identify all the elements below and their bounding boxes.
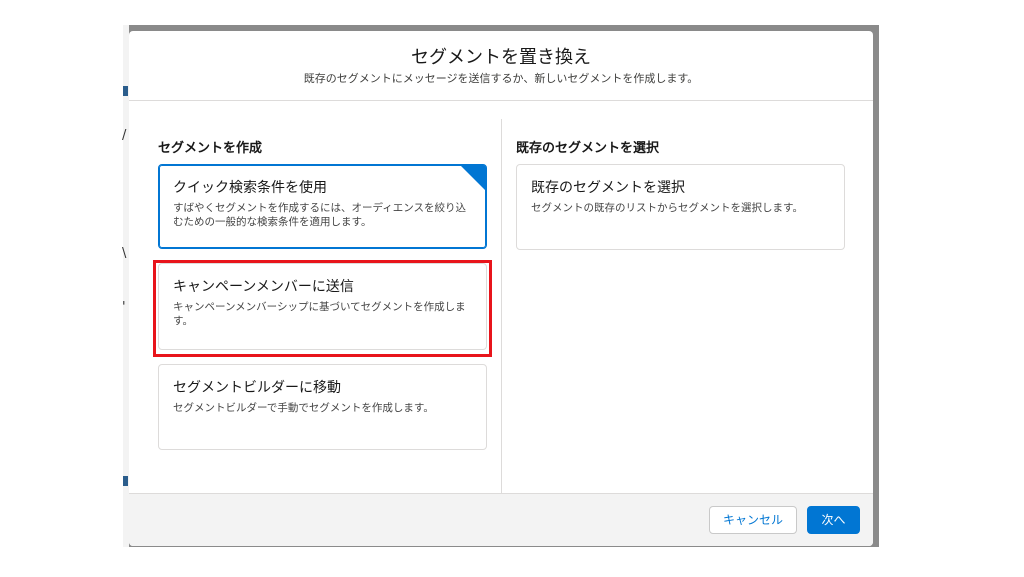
campaign-members-card[interactable]: キャンペーンメンバーに送信 キャンペーンメンバーシップに基づいてセグメントを作成… bbox=[158, 263, 487, 350]
background-glyph: / bbox=[122, 128, 127, 143]
segment-builder-card[interactable]: セグメントビルダーに移動 セグメントビルダーで手動でセグメントを作成します。 bbox=[158, 364, 487, 450]
modal-title: セグメントを置き換え bbox=[411, 47, 591, 68]
modal-header: セグメントを置き換え 既存のセグメントにメッセージを送信するか、新しいセグメント… bbox=[129, 31, 873, 101]
next-button[interactable]: 次へ bbox=[807, 506, 860, 534]
card-title: セグメントビルダーに移動 bbox=[173, 380, 341, 396]
existing-segment-card[interactable]: 既存のセグメントを選択 セグメントの既存のリストからセグメントを選択します。 bbox=[516, 164, 845, 250]
card-description: すばやくセグメントを作成するには、オーディエンスを絞り込むための一般的な検索条件… bbox=[173, 202, 467, 228]
card-title: キャンペーンメンバーに送信 bbox=[173, 279, 354, 295]
existing-segment-heading: 既存のセグメントを選択 bbox=[516, 141, 660, 156]
background-accent bbox=[123, 86, 128, 96]
background-glyph: \ bbox=[122, 246, 127, 261]
card-title: 既存のセグメントを選択 bbox=[531, 180, 685, 196]
create-segment-heading: セグメントを作成 bbox=[158, 141, 263, 156]
card-description: キャンペーンメンバーシップに基づいてセグメントを作成します。 bbox=[173, 301, 466, 327]
modal-footer: キャンセル 次へ bbox=[129, 493, 873, 546]
card-title: クイック検索条件を使用 bbox=[173, 180, 327, 196]
card-description: セグメントの既存のリストからセグメントを選択します。 bbox=[531, 202, 803, 214]
selected-corner-indicator bbox=[460, 165, 486, 191]
background-accent bbox=[123, 476, 128, 486]
column-divider bbox=[501, 119, 502, 507]
replace-segment-modal: セグメントを置き換え 既存のセグメントにメッセージを送信するか、新しいセグメント… bbox=[129, 31, 873, 546]
quick-filter-card[interactable]: クイック検索条件を使用 すばやくセグメントを作成するには、オーディエンスを絞り込… bbox=[158, 164, 487, 249]
background-glyph: ' bbox=[122, 300, 126, 315]
cancel-button[interactable]: キャンセル bbox=[709, 506, 797, 534]
card-description: セグメントビルダーで手動でセグメントを作成します。 bbox=[173, 402, 434, 414]
modal-subtitle: 既存のセグメントにメッセージを送信するか、新しいセグメントを作成します。 bbox=[303, 72, 699, 85]
